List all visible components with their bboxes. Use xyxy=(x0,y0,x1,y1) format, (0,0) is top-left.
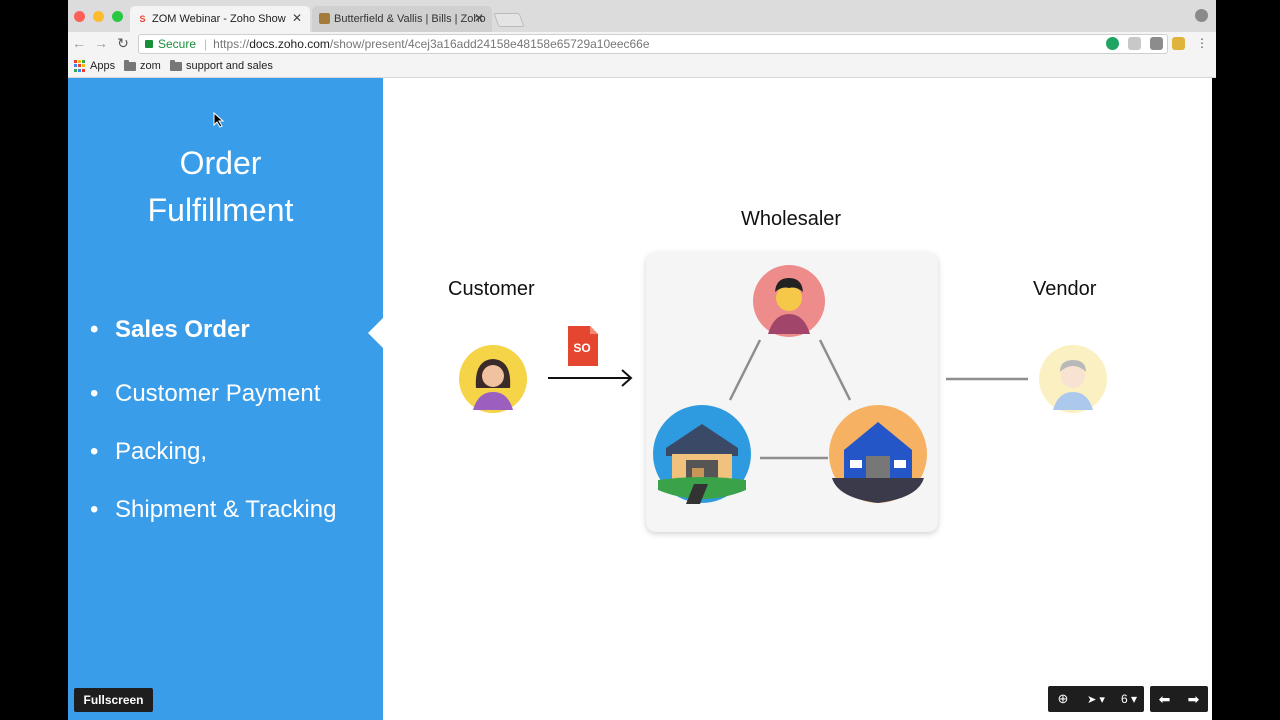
customer-label: Customer xyxy=(448,278,535,300)
bookmark-label: zom xyxy=(140,60,161,72)
presentation-slide: Order Fulfillment Sales Order Customer P… xyxy=(68,78,1212,720)
forward-arrow-icon[interactable]: → xyxy=(92,35,110,51)
warehouse-icon xyxy=(653,405,751,504)
browser-toolbar: ← → ↻ Secure | https:// docs.zoho.com /s… xyxy=(68,32,1216,56)
bullet-item: Shipment & Tracking xyxy=(90,496,336,524)
bookmark-label: support and sales xyxy=(186,60,273,72)
new-tab-button[interactable] xyxy=(493,13,525,27)
lock-icon xyxy=(145,40,153,48)
url-scheme: https:// xyxy=(213,37,250,51)
screen: S ZOM Webinar - Zoho Show ✕ Butterfield … xyxy=(0,0,1280,720)
url-host: docs.zoho.com xyxy=(249,37,330,51)
bookmark-label: Apps xyxy=(90,60,116,72)
slide-left-panel: Order Fulfillment Sales Order Customer P… xyxy=(68,78,383,720)
fullscreen-button[interactable]: Fullscreen xyxy=(74,688,153,712)
tab-label: Butterfield & Vallis | Bills | Zoho xyxy=(334,13,486,25)
profile-icon[interactable] xyxy=(1195,9,1208,22)
browser-menu-icon[interactable]: ⋮ xyxy=(1196,36,1208,50)
vendor-avatar-icon xyxy=(1039,345,1107,413)
address-separator: | xyxy=(204,37,208,51)
sales-order-document-icon: SO xyxy=(568,326,598,366)
close-tab-icon[interactable]: ✕ xyxy=(292,11,302,25)
secure-label: Secure xyxy=(158,37,197,51)
previous-slide-arrow-icon[interactable]: ⬅ xyxy=(1150,691,1179,708)
wholesaler-person-icon xyxy=(753,265,825,337)
url-path: /show/present/4cej3a16add24158e48158e657… xyxy=(329,37,650,51)
extension-icon[interactable] xyxy=(1128,37,1141,50)
extension-icon[interactable] xyxy=(1172,37,1185,50)
distribution-warehouse-icon xyxy=(829,405,927,503)
back-arrow-icon[interactable]: ← xyxy=(70,35,88,51)
bookmark-folder-support[interactable]: support and sales xyxy=(170,59,273,72)
bookmark-folder-zom[interactable]: zom xyxy=(124,59,161,72)
arrow-right-icon xyxy=(548,369,633,387)
tab-bar: S ZOM Webinar - Zoho Show ✕ Butterfield … xyxy=(68,0,1216,32)
folder-icon xyxy=(124,59,136,71)
title-line: Order xyxy=(179,145,262,181)
tab-zoho-show[interactable]: S ZOM Webinar - Zoho Show ✕ xyxy=(130,6,310,32)
minimize-window-button[interactable] xyxy=(93,11,104,22)
document-badge-text: SO xyxy=(573,341,590,355)
presentation-toolbar: ⊕ ➤ ▾ 6 ▾ xyxy=(1048,686,1144,712)
zoho-show-favicon-icon: S xyxy=(139,13,146,24)
wholesaler-label: Wholesaler xyxy=(741,208,842,230)
pointer-tool-icon[interactable]: ➤ ▾ xyxy=(1078,693,1114,706)
bullet-item: Customer Payment xyxy=(90,380,336,408)
active-item-pointer xyxy=(368,318,383,348)
extension-icon[interactable] xyxy=(1150,37,1163,50)
bookmarks-bar: Apps zom support and sales xyxy=(68,56,1216,78)
vendor-label: Vendor xyxy=(1033,278,1097,300)
page-number: 6 xyxy=(1120,692,1128,706)
reload-icon[interactable]: ↻ xyxy=(114,35,132,52)
window-controls xyxy=(74,11,123,22)
slide-title: Order Fulfillment xyxy=(68,140,373,234)
zoom-in-icon[interactable]: ⊕ xyxy=(1048,691,1078,707)
browser-window: S ZOM Webinar - Zoho Show ✕ Butterfield … xyxy=(68,0,1216,78)
customer-avatar-icon xyxy=(459,345,527,413)
tab-label: ZOM Webinar - Zoho Show xyxy=(152,13,286,25)
bullet-item: Sales Order xyxy=(90,316,336,344)
slide-navigation: ⬅ ➡ xyxy=(1150,686,1208,712)
page-number-selector[interactable]: 6 ▾ xyxy=(1114,692,1144,706)
apps-grid-icon xyxy=(74,60,86,72)
title-line: Fulfillment xyxy=(147,192,294,228)
bookmark-apps[interactable]: Apps xyxy=(74,60,115,72)
grammarly-extension-icon[interactable] xyxy=(1106,37,1119,50)
mouse-cursor-icon xyxy=(213,112,225,128)
zoho-books-favicon-icon xyxy=(319,13,330,24)
bullet-list: Sales Order Customer Payment Packing, Sh… xyxy=(90,316,336,524)
address-bar[interactable]: Secure | https:// docs.zoho.com /show/pr… xyxy=(138,34,1168,54)
next-slide-arrow-icon[interactable]: ➡ xyxy=(1179,691,1208,708)
vendor-connector-line xyxy=(946,377,1028,381)
maximize-window-button[interactable] xyxy=(112,11,123,22)
close-tab-icon[interactable]: ✕ xyxy=(474,11,484,25)
close-window-button[interactable] xyxy=(74,11,85,22)
folder-icon xyxy=(170,59,182,71)
bullet-item: Packing, xyxy=(90,438,336,466)
tab-bills[interactable]: Butterfield & Vallis | Bills | Zoho ✕ xyxy=(312,6,492,32)
